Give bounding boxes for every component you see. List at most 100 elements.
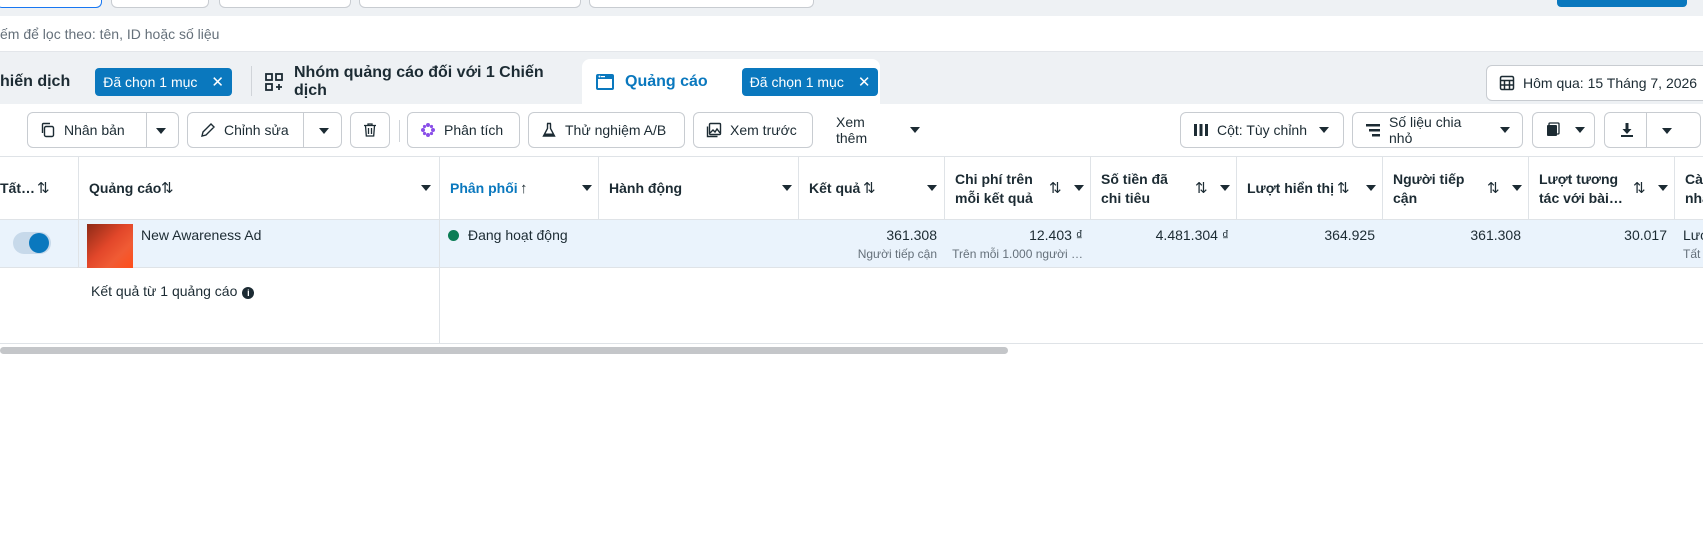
amount-spent-value: 4.481.304 ₫ <box>1155 227 1229 243</box>
columns-button[interactable]: Cột: Tùy chỉnh <box>1180 112 1344 148</box>
tab-adsets[interactable]: Nhóm quảng cáo đối với 1 Chiến dịch <box>264 59 574 104</box>
horizontal-scrollbar[interactable] <box>0 347 1008 354</box>
chevron-down-icon[interactable] <box>1366 185 1376 191</box>
search-input[interactable] <box>0 16 590 52</box>
delete-button[interactable] <box>350 112 390 148</box>
reach-cell: 361.308 <box>1383 220 1529 267</box>
cost-per-result-value: 12.403 ₫ <box>1029 227 1083 243</box>
reports-button[interactable] <box>1532 112 1595 148</box>
post-engagement-value: 30.017 <box>1624 227 1667 243</box>
chevron-down-icon[interactable] <box>1658 185 1668 191</box>
date-range-button[interactable]: Hôm qua: 15 Tháng 7, 2026 <box>1486 65 1703 101</box>
column-header-delivery[interactable]: Phân phối ↑ <box>440 157 599 220</box>
top-primary-button[interactable] <box>1557 0 1687 7</box>
export-button[interactable] <box>1604 112 1701 148</box>
chevron-down-icon[interactable] <box>1220 185 1230 191</box>
date-range-label: Hôm qua: 15 Tháng 7, 2026 <box>1523 75 1698 91</box>
column-header-reach[interactable]: Người tiếp cận ⇅ <box>1383 157 1529 220</box>
column-header-impressions[interactable]: Lượt hiển thị ⇅ <box>1237 157 1383 220</box>
column-header-amount-spent[interactable]: Số tiền đã chi tiêu ⇅ <box>1091 157 1237 220</box>
sort-icon[interactable]: ⇅ <box>37 179 50 198</box>
column-header-last[interactable]: Cà nhâ <box>1675 157 1703 220</box>
column-header-onoff-label: Tất… <box>0 180 35 196</box>
close-icon[interactable]: ✕ <box>211 73 224 91</box>
chevron-down-icon[interactable] <box>927 185 937 191</box>
chevron-down-icon[interactable] <box>1512 185 1522 191</box>
sort-icon[interactable]: ⇅ <box>1337 179 1350 198</box>
summary-row: Kết quả từ 1 quảng cáo i <box>0 268 1703 344</box>
column-header-cost-per-result-label: Chi phí trên mỗi kết quả <box>955 170 1033 206</box>
analyze-button[interactable]: Phân tích <box>407 112 520 148</box>
top-control-stub[interactable] <box>359 0 581 8</box>
more-label: Xem thêm <box>836 114 868 146</box>
post-engagement-cell: 30.017 <box>1529 220 1675 267</box>
chevron-down-icon[interactable] <box>421 185 431 191</box>
toolbar-divider <box>399 120 400 142</box>
sort-ascending-icon[interactable]: ↑ <box>520 179 528 198</box>
chevron-down-icon[interactable] <box>1662 128 1672 134</box>
column-header-reach-label: Người tiếp cận <box>1393 170 1465 206</box>
top-control-stub[interactable] <box>219 0 351 8</box>
chevron-down-icon[interactable] <box>156 128 166 134</box>
column-header-cost-per-result[interactable]: Chi phí trên mỗi kết quả ⇅ <box>945 157 1091 220</box>
sort-icon[interactable]: ⇅ <box>863 179 876 198</box>
chevron-down-icon[interactable] <box>319 128 329 134</box>
column-header-results[interactable]: Kết quả ⇅ <box>799 157 945 220</box>
column-header-ad-label: Quảng cáo <box>89 180 162 196</box>
chevron-down-icon <box>910 127 920 133</box>
ab-test-button[interactable]: Thử nghiệm A/B <box>528 112 685 148</box>
trash-icon <box>362 122 378 138</box>
flask-icon <box>541 122 557 138</box>
chevron-down-icon[interactable] <box>582 185 592 191</box>
sort-icon[interactable]: ⇅ <box>1195 179 1208 198</box>
top-control-stub[interactable] <box>111 0 209 8</box>
preview-button[interactable]: Xem trước <box>693 112 813 148</box>
level-tabs: hiến dịch Đã chọn 1 mục ✕ Nhóm quảng cáo… <box>0 52 1703 104</box>
sort-icon[interactable]: ⇅ <box>161 179 174 198</box>
breakdown-button[interactable]: Số liệu chia nhỏ <box>1352 112 1523 148</box>
table-row[interactable]: New Awareness Ad Đang hoạt động 361.308 … <box>0 220 1703 269</box>
column-header-impressions-label: Lượt hiển thị <box>1247 180 1334 196</box>
ad-name-cell: New Awareness Ad <box>79 220 440 269</box>
sort-icon[interactable]: ⇅ <box>1487 179 1500 198</box>
ad-thumbnail[interactable] <box>87 224 133 269</box>
last-column-cell: Lượ Tất <box>1675 220 1703 267</box>
top-control-stub[interactable] <box>0 0 102 8</box>
summary-label-text: Kết quả từ 1 quảng cáo <box>91 283 238 299</box>
last-column-subtext: Tất <box>1683 247 1701 261</box>
chevron-down-icon <box>1500 127 1510 133</box>
column-header-onoff[interactable]: Tất… ⇅ <box>0 157 79 220</box>
column-header-post-engagement[interactable]: Lượt tương tác với bài… ⇅ <box>1529 157 1675 220</box>
column-header-ad[interactable]: Quảng cáo ⇅ <box>79 157 440 220</box>
top-control-stub[interactable] <box>589 0 814 8</box>
onoff-cell <box>0 220 79 267</box>
ads-selection-chip[interactable]: Đã chọn 1 mục ✕ <box>741 67 879 96</box>
edit-button[interactable]: Chỉnh sửa <box>187 112 342 148</box>
preview-label: Xem trước <box>730 122 797 138</box>
breakdown-label: Số liệu chia nhỏ <box>1389 114 1462 146</box>
results-cell: 361.308 Người tiếp cận <box>799 220 945 267</box>
toggle-knob <box>29 233 49 253</box>
delivery-toggle[interactable] <box>13 232 51 254</box>
chevron-down-icon[interactable] <box>782 185 792 191</box>
image-icon <box>706 122 722 138</box>
campaigns-selection-chip[interactable]: Đã chọn 1 mục ✕ <box>95 67 232 96</box>
column-header-last-label: Cà nhâ <box>1685 170 1703 206</box>
reports-icon <box>1545 122 1561 138</box>
calendar-icon <box>1499 75 1515 91</box>
more-button[interactable]: Xem thêm <box>823 112 933 148</box>
tab-ads[interactable]: Quảng cáo Đã chọn 1 mục ✕ <box>582 59 880 104</box>
tab-ads-label: Quảng cáo <box>625 72 708 90</box>
top-bar <box>0 0 1703 16</box>
chevron-down-icon[interactable] <box>1074 185 1084 191</box>
tab-campaigns[interactable]: hiến dịch Đã chọn 1 mục ✕ <box>0 59 240 104</box>
sort-icon[interactable]: ⇅ <box>1633 179 1646 198</box>
column-header-actions[interactable]: Hành động <box>599 157 799 220</box>
close-icon[interactable]: ✕ <box>858 73 871 91</box>
sort-icon[interactable]: ⇅ <box>1049 179 1062 198</box>
chevron-down-icon <box>1319 127 1330 133</box>
info-icon[interactable]: i <box>242 287 255 299</box>
duplicate-button[interactable]: Nhân bản <box>27 112 179 148</box>
column-header-amount-spent-label: Số tiền đã chi tiêu <box>1101 170 1168 206</box>
ad-name-link[interactable]: New Awareness Ad <box>141 227 261 243</box>
